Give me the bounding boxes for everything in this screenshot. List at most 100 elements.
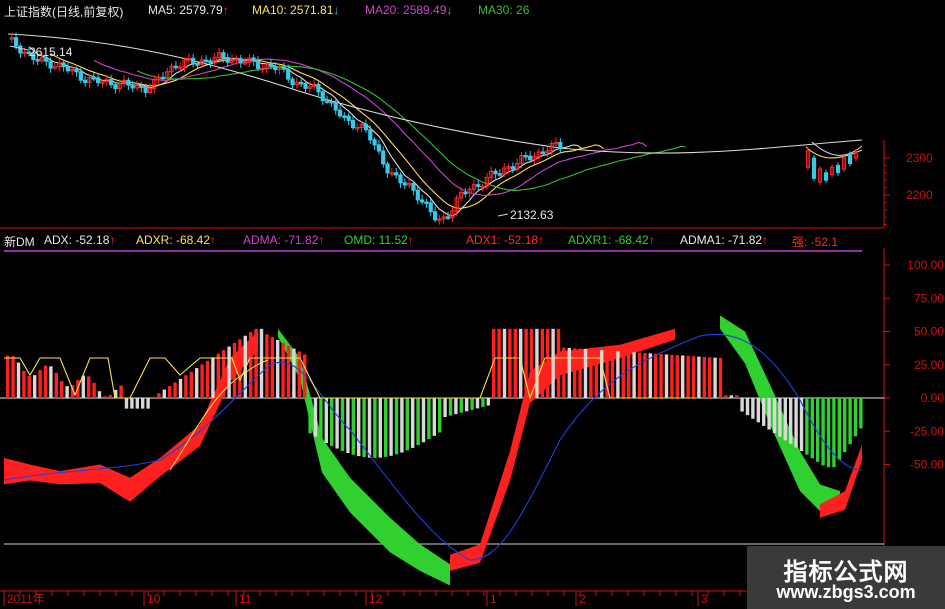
indicator-bar xyxy=(249,332,253,398)
indicator-bar xyxy=(616,351,620,398)
indicator-bar xyxy=(427,398,431,440)
watermark-url: www.zbgs3.com xyxy=(776,582,916,602)
indicator-bar xyxy=(794,398,798,448)
candle-body xyxy=(540,151,546,154)
indicator-bar xyxy=(681,355,685,398)
indicator-bar xyxy=(551,328,555,398)
indicator-bar xyxy=(729,395,733,398)
indicator-bar xyxy=(594,349,598,398)
indicator-bar xyxy=(11,356,15,398)
candle-body xyxy=(320,91,325,102)
indicator-bar xyxy=(567,347,571,398)
indicator-bar xyxy=(718,358,723,398)
indicator-bar xyxy=(400,398,404,453)
candle-body xyxy=(415,189,420,201)
indicator-bar xyxy=(664,354,669,398)
candle-body xyxy=(420,199,425,203)
candlesticks xyxy=(9,32,859,225)
candle-body xyxy=(221,52,226,59)
indicator-bar xyxy=(184,375,188,398)
strong-legend: 强: -52.1 xyxy=(792,235,839,249)
indicator-bar xyxy=(583,349,588,398)
candle-body xyxy=(273,65,278,70)
candle-body xyxy=(428,202,433,213)
candle-body xyxy=(65,66,70,72)
indicator-bar xyxy=(292,348,296,398)
candle-body xyxy=(108,79,114,86)
indicator-bar xyxy=(232,342,237,398)
price-title: 上证指数(日线,前复权) xyxy=(4,5,124,19)
indicator-bar xyxy=(821,398,825,466)
indicator-bar xyxy=(443,398,447,418)
indicator-bar xyxy=(562,347,566,398)
candle-body xyxy=(130,84,135,89)
indicator-bar xyxy=(810,398,814,459)
adx1-legend: ADX1: -52.18↑ xyxy=(466,233,545,247)
indicator-bar xyxy=(859,398,863,429)
candle-body xyxy=(835,164,841,174)
date-tick-label: 1 xyxy=(490,592,497,606)
indicator-bands xyxy=(4,315,862,586)
indicator-bar xyxy=(22,370,26,398)
candle-body xyxy=(346,115,351,121)
candle-body xyxy=(208,60,213,64)
indicator-bar xyxy=(454,398,458,415)
candle-body xyxy=(316,83,321,93)
indicator-bar xyxy=(103,396,107,398)
indicator-bar xyxy=(124,398,129,409)
indicator-bar xyxy=(270,337,274,398)
indicator-bar xyxy=(481,398,485,407)
candle-body xyxy=(299,81,304,85)
indicator-bar xyxy=(421,398,426,443)
indicator-bar xyxy=(535,328,539,398)
indicator-bar xyxy=(697,356,701,398)
indicator-bar xyxy=(432,398,436,436)
candle-body xyxy=(74,68,79,73)
indicator-bar xyxy=(195,368,199,398)
indicator-bar xyxy=(627,351,631,398)
indicator-bar xyxy=(367,398,372,458)
indicator-bar xyxy=(141,398,145,409)
candle-body xyxy=(61,62,66,68)
candle-body xyxy=(255,60,261,70)
indicator-bar xyxy=(691,356,696,398)
candle-body xyxy=(342,115,347,118)
indicator-tick-label: -25.00 xyxy=(910,424,944,438)
indicator-bar xyxy=(189,371,193,398)
indicator-tick-label: -50.00 xyxy=(910,458,944,472)
indicator-bar xyxy=(502,328,507,398)
indicator-bar xyxy=(162,389,166,398)
indicator-bar xyxy=(27,376,31,398)
ma20-legend: MA20: 2589.49↓ xyxy=(365,3,453,17)
indicator-bar xyxy=(448,398,453,416)
indicator-bar xyxy=(49,366,53,398)
candle-body xyxy=(286,68,291,80)
indicator-bar xyxy=(556,328,561,398)
indicator-bar xyxy=(708,357,712,398)
indicator-bar xyxy=(643,352,647,398)
indicator-bar xyxy=(211,357,215,398)
indicator-bar xyxy=(373,398,377,458)
candle-body xyxy=(204,59,209,62)
indicator-bar xyxy=(470,398,474,410)
candle-body xyxy=(372,139,377,146)
indicator-bar xyxy=(286,345,291,398)
candle-body xyxy=(48,60,53,69)
indicator-bar xyxy=(513,328,517,398)
candle-body xyxy=(811,157,817,179)
ma-long-line xyxy=(7,33,863,154)
indicator-bar xyxy=(637,352,642,398)
ma10-legend: MA10: 2571.81↓ xyxy=(252,3,340,17)
indicator-bar xyxy=(87,376,91,398)
candle-body xyxy=(333,101,338,111)
indicator-bar xyxy=(405,398,409,451)
indicator-bar xyxy=(843,398,847,453)
indicator-bar xyxy=(789,398,793,444)
indicator-bar xyxy=(378,398,382,458)
indicator-bar xyxy=(832,398,836,468)
candle-body xyxy=(510,166,515,170)
candle-body xyxy=(523,154,528,158)
indicator-lines xyxy=(3,333,863,561)
indicator-bar xyxy=(384,398,388,457)
adma-line xyxy=(3,333,863,561)
